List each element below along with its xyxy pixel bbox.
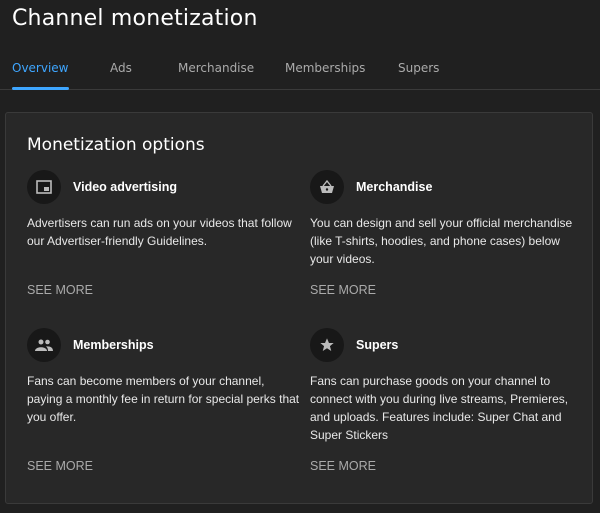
see-more-button[interactable]: SEE MORE: [27, 283, 93, 297]
option-memberships: Memberships Fans can become members of y…: [27, 328, 302, 478]
video-ad-icon: [27, 170, 61, 204]
option-description: Advertisers can run ads on your videos t…: [27, 216, 292, 248]
option-name: Memberships: [73, 338, 154, 352]
basket-icon: [310, 170, 344, 204]
card-title: Monetization options: [27, 135, 205, 155]
option-video-advertising: Video advertising Advertisers can run ad…: [27, 170, 302, 300]
star-icon: [310, 328, 344, 362]
tab-bar: Overview Ads Merchandise Memberships Sup…: [0, 52, 600, 90]
people-icon: [27, 328, 61, 362]
tab-ads[interactable]: Ads: [110, 61, 132, 75]
option-description: Fans can become members of your channel,…: [27, 374, 300, 424]
page-title: Channel monetization: [12, 6, 258, 31]
tab-supers[interactable]: Supers: [398, 61, 439, 75]
option-description: Fans can purchase goods on your channel …: [310, 374, 569, 442]
see-more-button[interactable]: SEE MORE: [27, 459, 93, 473]
option-supers: Supers Fans can purchase goods on your c…: [310, 328, 585, 478]
option-merchandise: Merchandise You can design and sell your…: [310, 170, 585, 300]
tab-overview[interactable]: Overview: [12, 61, 69, 90]
option-description: You can design and sell your official me…: [310, 216, 573, 266]
option-name: Merchandise: [356, 180, 433, 194]
tab-memberships[interactable]: Memberships: [285, 61, 365, 75]
see-more-button[interactable]: SEE MORE: [310, 283, 376, 297]
monetization-options-card: Monetization options Video advertising A…: [5, 112, 593, 504]
see-more-button[interactable]: SEE MORE: [310, 459, 376, 473]
tab-merchandise[interactable]: Merchandise: [178, 61, 254, 75]
option-name: Supers: [356, 338, 399, 352]
option-name: Video advertising: [73, 180, 177, 194]
